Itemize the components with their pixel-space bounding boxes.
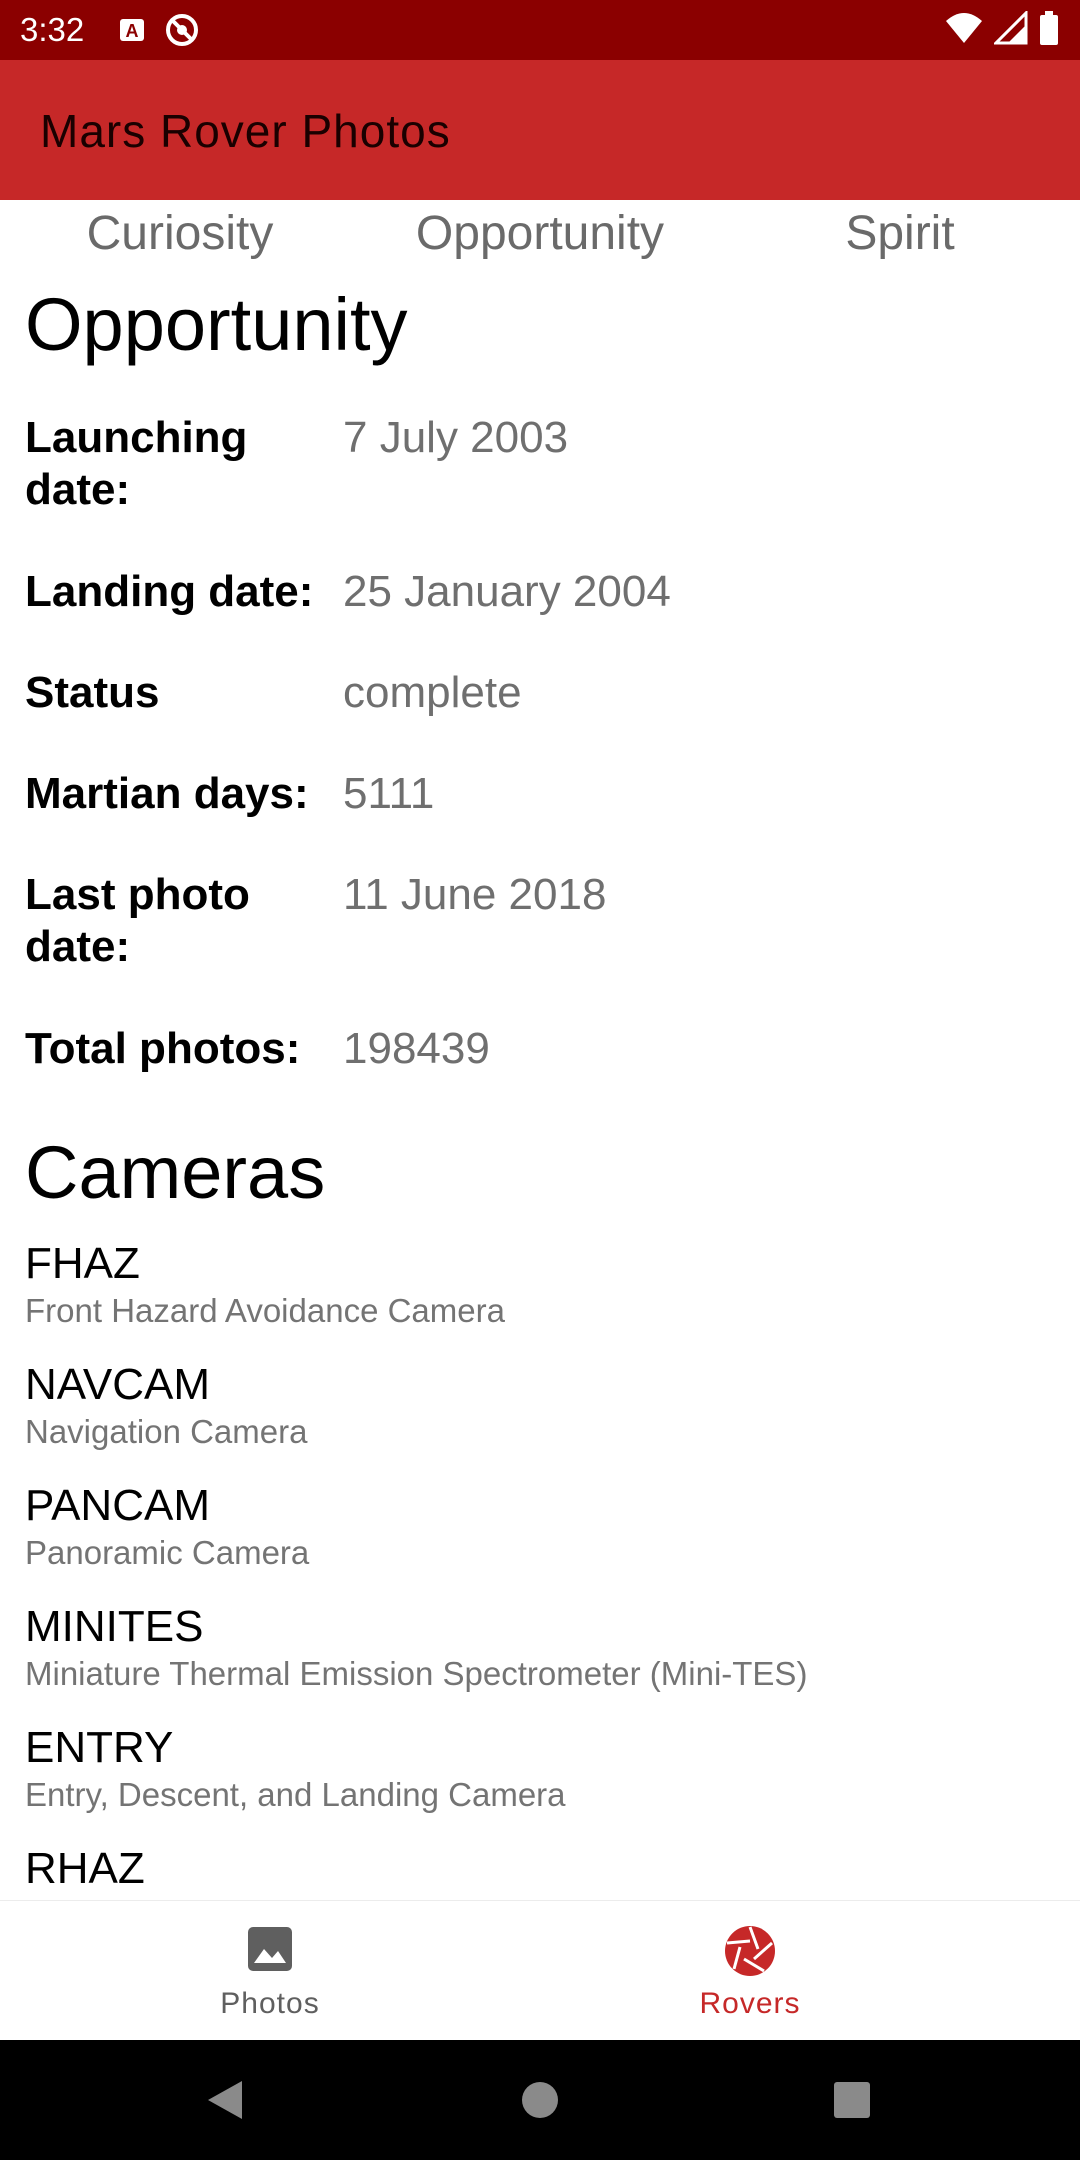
nav-item-rovers[interactable]: Rovers (480, 1901, 1020, 2041)
camera-item: MINITES Miniature Thermal Emission Spect… (25, 1601, 1055, 1695)
camera-item: ENTRY Entry, Descent, and Landing Camera (25, 1722, 1055, 1816)
status-notification-icons: A (118, 12, 200, 48)
camera-description: Front Hazard Avoidance Camera (25, 1292, 505, 1329)
info-label: Martian days: (25, 769, 309, 818)
info-value: 5111 (343, 769, 435, 818)
camera-name: RHAZ (25, 1844, 145, 1893)
rover-tabs: Curiosity Opportunity Spirit (0, 200, 1080, 270)
recents-icon[interactable] (830, 2040, 874, 2160)
camera-item: NAVCAM Navigation Camera (25, 1359, 1055, 1453)
info-label: Status (25, 668, 160, 717)
rover-name-heading: Opportunity (25, 283, 408, 366)
info-label: Total photos: (25, 1024, 301, 1073)
image-icon (248, 1927, 292, 1971)
nav-item-photos[interactable]: Photos (0, 1901, 540, 2041)
camera-name: PANCAM (25, 1481, 210, 1530)
camera-name: ENTRY (25, 1723, 174, 1772)
rover-details-content[interactable]: Opportunity Launching date: 7 July 2003 … (0, 270, 1080, 1900)
tab-opportunity[interactable]: Opportunity (360, 206, 720, 261)
nav-label: Rovers (699, 1987, 801, 2020)
back-icon[interactable] (200, 2040, 250, 2160)
app-bar: Mars Rover Photos (0, 60, 1080, 200)
camera-name: MINITES (25, 1602, 204, 1651)
camera-description: Miniature Thermal Emission Spectrometer … (25, 1655, 808, 1692)
app-title: Mars Rover Photos (40, 105, 451, 157)
no-entry-icon (166, 14, 198, 46)
camera-name: FHAZ (25, 1239, 140, 1288)
info-label: Launching date: (25, 413, 248, 514)
info-label: Landing date: (25, 567, 314, 616)
home-icon[interactable] (515, 2040, 565, 2160)
status-time: 3:32 (20, 11, 85, 48)
camera-item: PANCAM Panoramic Camera (25, 1480, 1055, 1574)
cell-signal-icon (994, 11, 1028, 45)
camera-description: Panoramic Camera (25, 1534, 310, 1571)
info-value: 11 June 2018 (343, 870, 607, 919)
system-navigation-bar (0, 2040, 1080, 2160)
tab-spirit[interactable]: Spirit (720, 206, 1080, 261)
camera-item: FHAZ Front Hazard Avoidance Camera (25, 1238, 1055, 1332)
status-bar: 3:32 A (0, 0, 1080, 60)
camera-item: RHAZ (25, 1843, 1055, 1895)
bottom-navigation: Photos Rovers (0, 1900, 1080, 2040)
svg-text:A: A (126, 21, 139, 41)
tab-curiosity[interactable]: Curiosity (0, 206, 360, 261)
info-value: complete (343, 668, 522, 717)
wifi-icon (946, 13, 982, 43)
info-value: 198439 (343, 1024, 490, 1073)
battery-icon (1040, 11, 1058, 45)
text-a-icon: A (120, 19, 144, 41)
status-system-icons (944, 10, 1060, 46)
info-value: 25 January 2004 (343, 567, 671, 616)
camera-description: Navigation Camera (25, 1413, 308, 1450)
cameras-heading: Cameras (25, 1131, 326, 1214)
nav-label: Photos (220, 1987, 320, 2020)
camera-name: NAVCAM (25, 1360, 210, 1409)
aperture-icon (725, 1926, 775, 1976)
info-label: Last photo date: (25, 870, 250, 971)
camera-description: Entry, Descent, and Landing Camera (25, 1776, 566, 1813)
info-value: 7 July 2003 (343, 413, 569, 462)
